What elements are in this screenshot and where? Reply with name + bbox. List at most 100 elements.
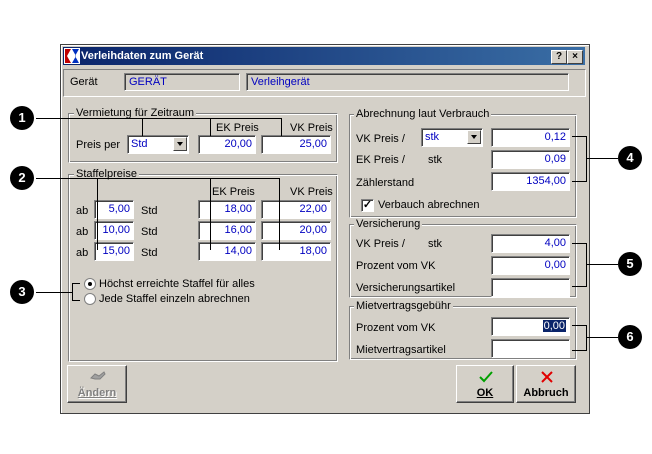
- callout-5-bracket: [586, 243, 587, 287]
- callout-4-bracket: [586, 136, 587, 182]
- tier-row-2-ek[interactable]: 16,00: [198, 221, 256, 240]
- tier-row-3-vk[interactable]: 18,00: [261, 242, 331, 261]
- callout-1-tick-c: [281, 118, 282, 136]
- tier-row-2-unit: Std: [141, 226, 158, 238]
- rental-ek-field[interactable]: 20,00: [198, 135, 256, 154]
- tier-row-3-qty[interactable]: 15,00: [94, 242, 134, 261]
- callout-1-line: [36, 118, 282, 119]
- ok-button-label: OK: [476, 387, 494, 399]
- callout-5-badge: 5: [618, 252, 642, 276]
- cancel-button-label: Abbruch: [523, 387, 569, 399]
- radio-each-tier[interactable]: [84, 293, 96, 305]
- contract-group-label: Mietvertragsgebühr: [354, 300, 453, 312]
- callout-1-tick-b: [210, 118, 211, 136]
- contract-percent-label: Prozent vom VK: [356, 322, 436, 334]
- tier-row-2-qty[interactable]: 10,00: [94, 221, 134, 240]
- callout-3-line: [36, 292, 72, 293]
- window-title: Verleihdaten zum Gerät: [81, 50, 204, 62]
- radio-highest-tier[interactable]: [84, 278, 96, 290]
- close-button[interactable]: ×: [567, 50, 583, 64]
- device-label: Gerät: [70, 76, 98, 88]
- chevron-down-icon[interactable]: [467, 130, 481, 144]
- device-name-field: Verleihgerät: [246, 73, 569, 91]
- callout-2-tick-c: [279, 178, 280, 250]
- insurance-vk-field[interactable]: 4,00: [491, 234, 570, 253]
- insurance-article-label: Versicherungsartikel: [356, 282, 456, 294]
- callout-6-bracket-top: [572, 325, 587, 326]
- price-per-label: Preis per: [76, 139, 121, 151]
- callout-6-bracket-bottom: [572, 350, 587, 351]
- callout-3-bracket-top: [72, 283, 80, 284]
- tier-ek-header: EK Preis: [212, 186, 255, 198]
- tier-row-3-ab: ab: [76, 247, 89, 259]
- callout-3-bracket: [72, 283, 73, 301]
- callout-1-tick-a: [142, 118, 143, 136]
- meter-field[interactable]: 1354,00: [491, 172, 570, 191]
- callout-2-tick-b: [210, 178, 211, 250]
- callout-6-line: [586, 337, 618, 338]
- help-button[interactable]: ?: [551, 50, 567, 64]
- tier-row-1-qty[interactable]: 5,00: [94, 200, 134, 219]
- price-per-select[interactable]: Std: [127, 135, 189, 154]
- callout-1-badge: 1: [10, 106, 34, 130]
- insurance-article-field[interactable]: [491, 278, 570, 297]
- insurance-group-label: Versicherung: [354, 218, 423, 230]
- callout-4-bracket-top: [572, 136, 587, 137]
- radio-each-tier-label[interactable]: Jede Staffel einzeln abrechnen: [99, 292, 250, 306]
- callout-2-line: [36, 178, 280, 179]
- device-code-field: GERÄT: [124, 73, 240, 91]
- callout-4-line: [586, 158, 618, 159]
- edit-button-label: Ändern: [77, 387, 117, 399]
- callout-5-line: [586, 264, 618, 265]
- ok-button[interactable]: OK: [456, 365, 514, 403]
- rental-ek-header: EK Preis: [216, 122, 259, 134]
- tier-vk-header: VK Preis: [290, 186, 333, 198]
- callout-6-badge: 6: [618, 325, 642, 349]
- checkmark-icon: [479, 371, 493, 383]
- insurance-vk-label: VK Preis /: [356, 238, 405, 250]
- callout-4-bracket-bottom: [572, 181, 587, 182]
- usage-billing-checkbox[interactable]: ✓: [361, 199, 374, 212]
- usage-vk-label: VK Preis /: [356, 133, 405, 145]
- usage-ek-unit: stk: [428, 154, 443, 166]
- usage-billing-label[interactable]: Verbauch abrechnen: [378, 198, 480, 212]
- callout-3-badge: 3: [10, 280, 34, 304]
- chevron-down-icon[interactable]: [173, 137, 187, 151]
- usage-group-label: Abrechnung laut Verbrauch: [354, 108, 492, 120]
- cancel-button[interactable]: Abbruch: [516, 365, 576, 403]
- insurance-percent-label: Prozent vom VK: [356, 260, 436, 272]
- callout-3-bracket-bottom: [72, 300, 80, 301]
- usage-unit-select[interactable]: stk: [421, 128, 483, 147]
- price-per-value: Std: [131, 138, 148, 150]
- contract-percent-selection: 0,00: [542, 320, 566, 332]
- tier-row-3-ek[interactable]: 14,00: [198, 242, 256, 261]
- cancel-x-icon: [541, 371, 553, 383]
- usage-ek-field[interactable]: 0,09: [491, 150, 570, 169]
- insurance-vk-unit: stk: [428, 238, 443, 250]
- tier-row-2-vk[interactable]: 20,00: [261, 221, 331, 240]
- contract-article-field[interactable]: [491, 339, 570, 358]
- contract-article-label: Mietvertragsartikel: [356, 344, 446, 356]
- callout-6-bracket: [586, 325, 587, 351]
- meter-label: Zählerstand: [356, 177, 415, 189]
- callout-2-badge: 2: [10, 166, 34, 190]
- edit-hand-icon: [90, 371, 106, 380]
- rental-vk-header: VK Preis: [290, 122, 333, 134]
- callout-2-tick-a: [97, 178, 98, 250]
- usage-unit-value: stk: [425, 131, 440, 143]
- callout-4-badge: 4: [618, 146, 642, 170]
- callout-5-bracket-top: [572, 243, 587, 244]
- insurance-percent-field[interactable]: 0,00: [491, 256, 570, 275]
- tier-row-1-ab: ab: [76, 205, 89, 217]
- contract-percent-field[interactable]: 0,00: [491, 317, 570, 336]
- tier-row-1-ek[interactable]: 18,00: [198, 200, 256, 219]
- usage-vk-field[interactable]: 0,12: [491, 128, 570, 147]
- edit-button[interactable]: Ändern: [67, 365, 127, 403]
- rental-vk-field[interactable]: 25,00: [261, 135, 331, 154]
- tier-row-3-unit: Std: [141, 247, 158, 259]
- app-logo-icon: [64, 48, 80, 64]
- radio-highest-tier-label[interactable]: Höchst erreichte Staffel für alles: [99, 277, 255, 291]
- tier-row-1-unit: Std: [141, 205, 158, 217]
- tier-row-1-vk[interactable]: 22,00: [261, 200, 331, 219]
- tier-row-2-ab: ab: [76, 226, 89, 238]
